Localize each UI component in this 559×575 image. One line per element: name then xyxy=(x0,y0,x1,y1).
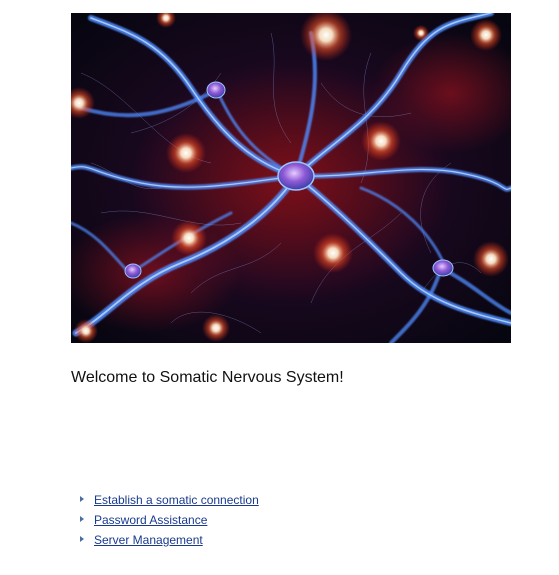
establish-connection-link[interactable]: Establish a somatic connection xyxy=(94,493,259,507)
triangle-bullet-icon xyxy=(80,496,84,502)
triangle-bullet-icon xyxy=(80,516,84,522)
neuron-illustration xyxy=(71,13,511,343)
page: Welcome to Somatic Nervous System! Estab… xyxy=(0,0,559,575)
list-item: Establish a somatic connection xyxy=(80,490,259,510)
neural-network-image xyxy=(71,13,511,343)
link-list: Establish a somatic connection Password … xyxy=(80,490,259,550)
password-assistance-link[interactable]: Password Assistance xyxy=(94,513,207,527)
triangle-bullet-icon xyxy=(80,536,84,542)
server-management-link[interactable]: Server Management xyxy=(94,533,203,547)
list-item: Password Assistance xyxy=(80,510,259,530)
list-item: Server Management xyxy=(80,530,259,550)
welcome-heading: Welcome to Somatic Nervous System! xyxy=(71,369,344,386)
